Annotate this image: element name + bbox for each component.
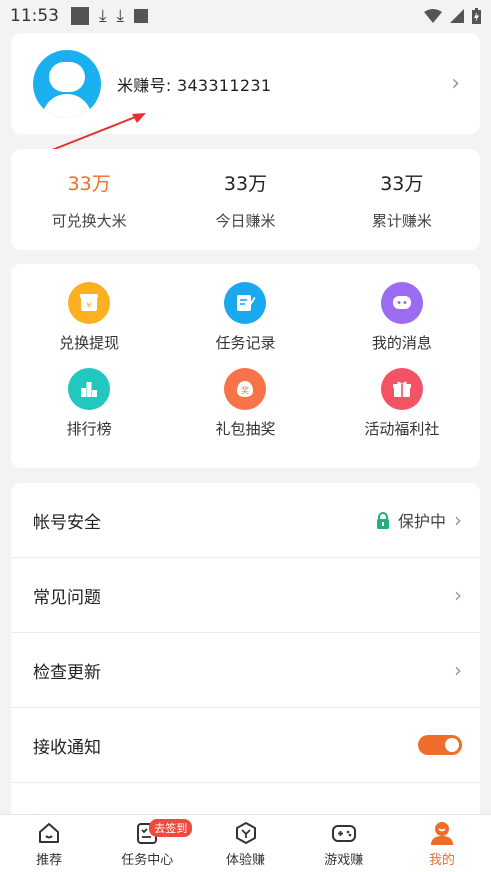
tab-recommend[interactable]: 推荐 — [0, 815, 98, 872]
sign-in-badge[interactable]: 去签到 — [149, 819, 193, 837]
feature-messages[interactable]: 我的消息 — [324, 282, 480, 368]
tab-game-earn[interactable]: 游戏赚 — [295, 815, 393, 872]
stat-exchangeable-rice[interactable]: 33万 可兑换大米 — [11, 149, 167, 250]
feature-label: 排行榜 — [66, 420, 112, 438]
profile-icon — [428, 819, 456, 847]
feature-leaderboard[interactable]: 排行榜 — [11, 368, 167, 454]
download-icon: ⤓ — [116, 5, 125, 26]
account-id: 米赚号: 343311231 — [117, 75, 272, 95]
stat-label: 可兑换大米 — [51, 211, 127, 230]
setting-label: 常见问题 — [33, 587, 101, 608]
feature-label: 活动福利社 — [364, 420, 440, 438]
stat-value: 33万 — [380, 172, 424, 195]
system-icons — [424, 8, 481, 24]
cube-icon — [232, 819, 260, 847]
status-time: 11:53 — [10, 6, 59, 26]
download-icon: ⤓ — [99, 5, 107, 26]
tab-label: 推荐 — [36, 853, 63, 868]
tab-task-center[interactable]: 去签到 任务中心 — [98, 815, 196, 872]
stat-label: 累计赚米 — [371, 211, 432, 230]
feature-label: 礼包抽奖 — [215, 420, 276, 438]
setting-status: 保护中 — [397, 512, 446, 531]
feature-lottery[interactable]: 奖 礼包抽奖 — [167, 368, 323, 454]
stat-value: 33万 — [67, 172, 111, 195]
battery-icon — [472, 8, 481, 24]
tab-experience-earn[interactable]: 体验赚 — [196, 815, 294, 872]
feature-exchange[interactable]: ¥ 兑换提现 — [11, 282, 167, 368]
stat-today-earned[interactable]: 33万 今日赚米 — [167, 149, 323, 250]
toggle-knob — [445, 738, 459, 752]
wifi-icon — [424, 9, 442, 23]
feature-welfare[interactable]: 活动福利社 — [324, 368, 480, 454]
tab-label: 游戏赚 — [324, 853, 364, 868]
avatar-bubble-icon — [49, 61, 85, 92]
status-bar: 11:53 ⤓ ⤓ — [0, 0, 491, 32]
feature-grid: ¥ 兑换提现 任务记录 我的消息 排行榜 奖 礼包抽奖 活动福利社 — [11, 264, 480, 468]
chevron-right-icon: › — [454, 508, 462, 532]
message-icon — [380, 282, 423, 324]
tab-label: 体验赚 — [226, 853, 266, 868]
home-icon — [35, 819, 63, 847]
gift-icon — [380, 368, 423, 410]
setting-label: 帐号安全 — [33, 512, 101, 533]
svg-text:奖: 奖 — [241, 385, 249, 395]
signal-icon — [450, 9, 464, 23]
setting-label: 检查更新 — [33, 662, 101, 683]
tab-label: 任务中心 — [121, 853, 174, 868]
chevron-right-icon: › — [454, 583, 462, 607]
feature-label: 兑换提现 — [59, 334, 120, 352]
stat-label: 今日赚米 — [215, 211, 276, 230]
setting-label: 接收通知 — [33, 737, 101, 758]
tab-mine[interactable]: 我的 — [393, 815, 491, 872]
stat-value: 33万 — [223, 172, 268, 195]
feature-task-record[interactable]: 任务记录 — [167, 282, 323, 368]
svg-text:¥: ¥ — [87, 301, 92, 310]
a-box-icon — [134, 9, 149, 23]
settings-list: 帐号安全 保护中 › 常见问题 › 检查更新 › 接收通知 设置 › — [11, 483, 480, 823]
leaderboard-icon — [68, 368, 111, 410]
feature-label: 任务记录 — [215, 334, 276, 352]
setting-notifications: 接收通知 — [11, 708, 480, 783]
annotation-arrow-icon — [51, 113, 146, 151]
stat-total-earned[interactable]: 33万 累计赚米 — [324, 149, 480, 250]
lottery-icon: 奖 — [224, 368, 267, 410]
chevron-right-icon: › — [454, 658, 462, 682]
setting-faq[interactable]: 常见问题 › — [11, 558, 480, 633]
setting-account-security[interactable]: 帐号安全 保护中 › — [11, 483, 480, 558]
stats-card: 33万 可兑换大米 33万 今日赚米 33万 累计赚米 — [11, 149, 480, 250]
bottom-tab-bar: 推荐 去签到 任务中心 体验赚 游戏赚 我的 — [0, 814, 491, 872]
notification-icons: ⤓ ⤓ — [71, 5, 149, 26]
lock-icon — [376, 511, 389, 529]
notification-square-icon — [71, 7, 89, 25]
feature-label: 我的消息 — [371, 334, 432, 352]
tab-label: 我的 — [428, 853, 455, 868]
gamepad-icon — [330, 819, 358, 847]
exchange-icon: ¥ — [68, 282, 111, 324]
notification-toggle[interactable] — [418, 735, 462, 755]
setting-check-update[interactable]: 检查更新 › — [11, 633, 480, 708]
chevron-right-icon[interactable]: › — [451, 71, 460, 96]
task-record-icon — [224, 282, 267, 324]
